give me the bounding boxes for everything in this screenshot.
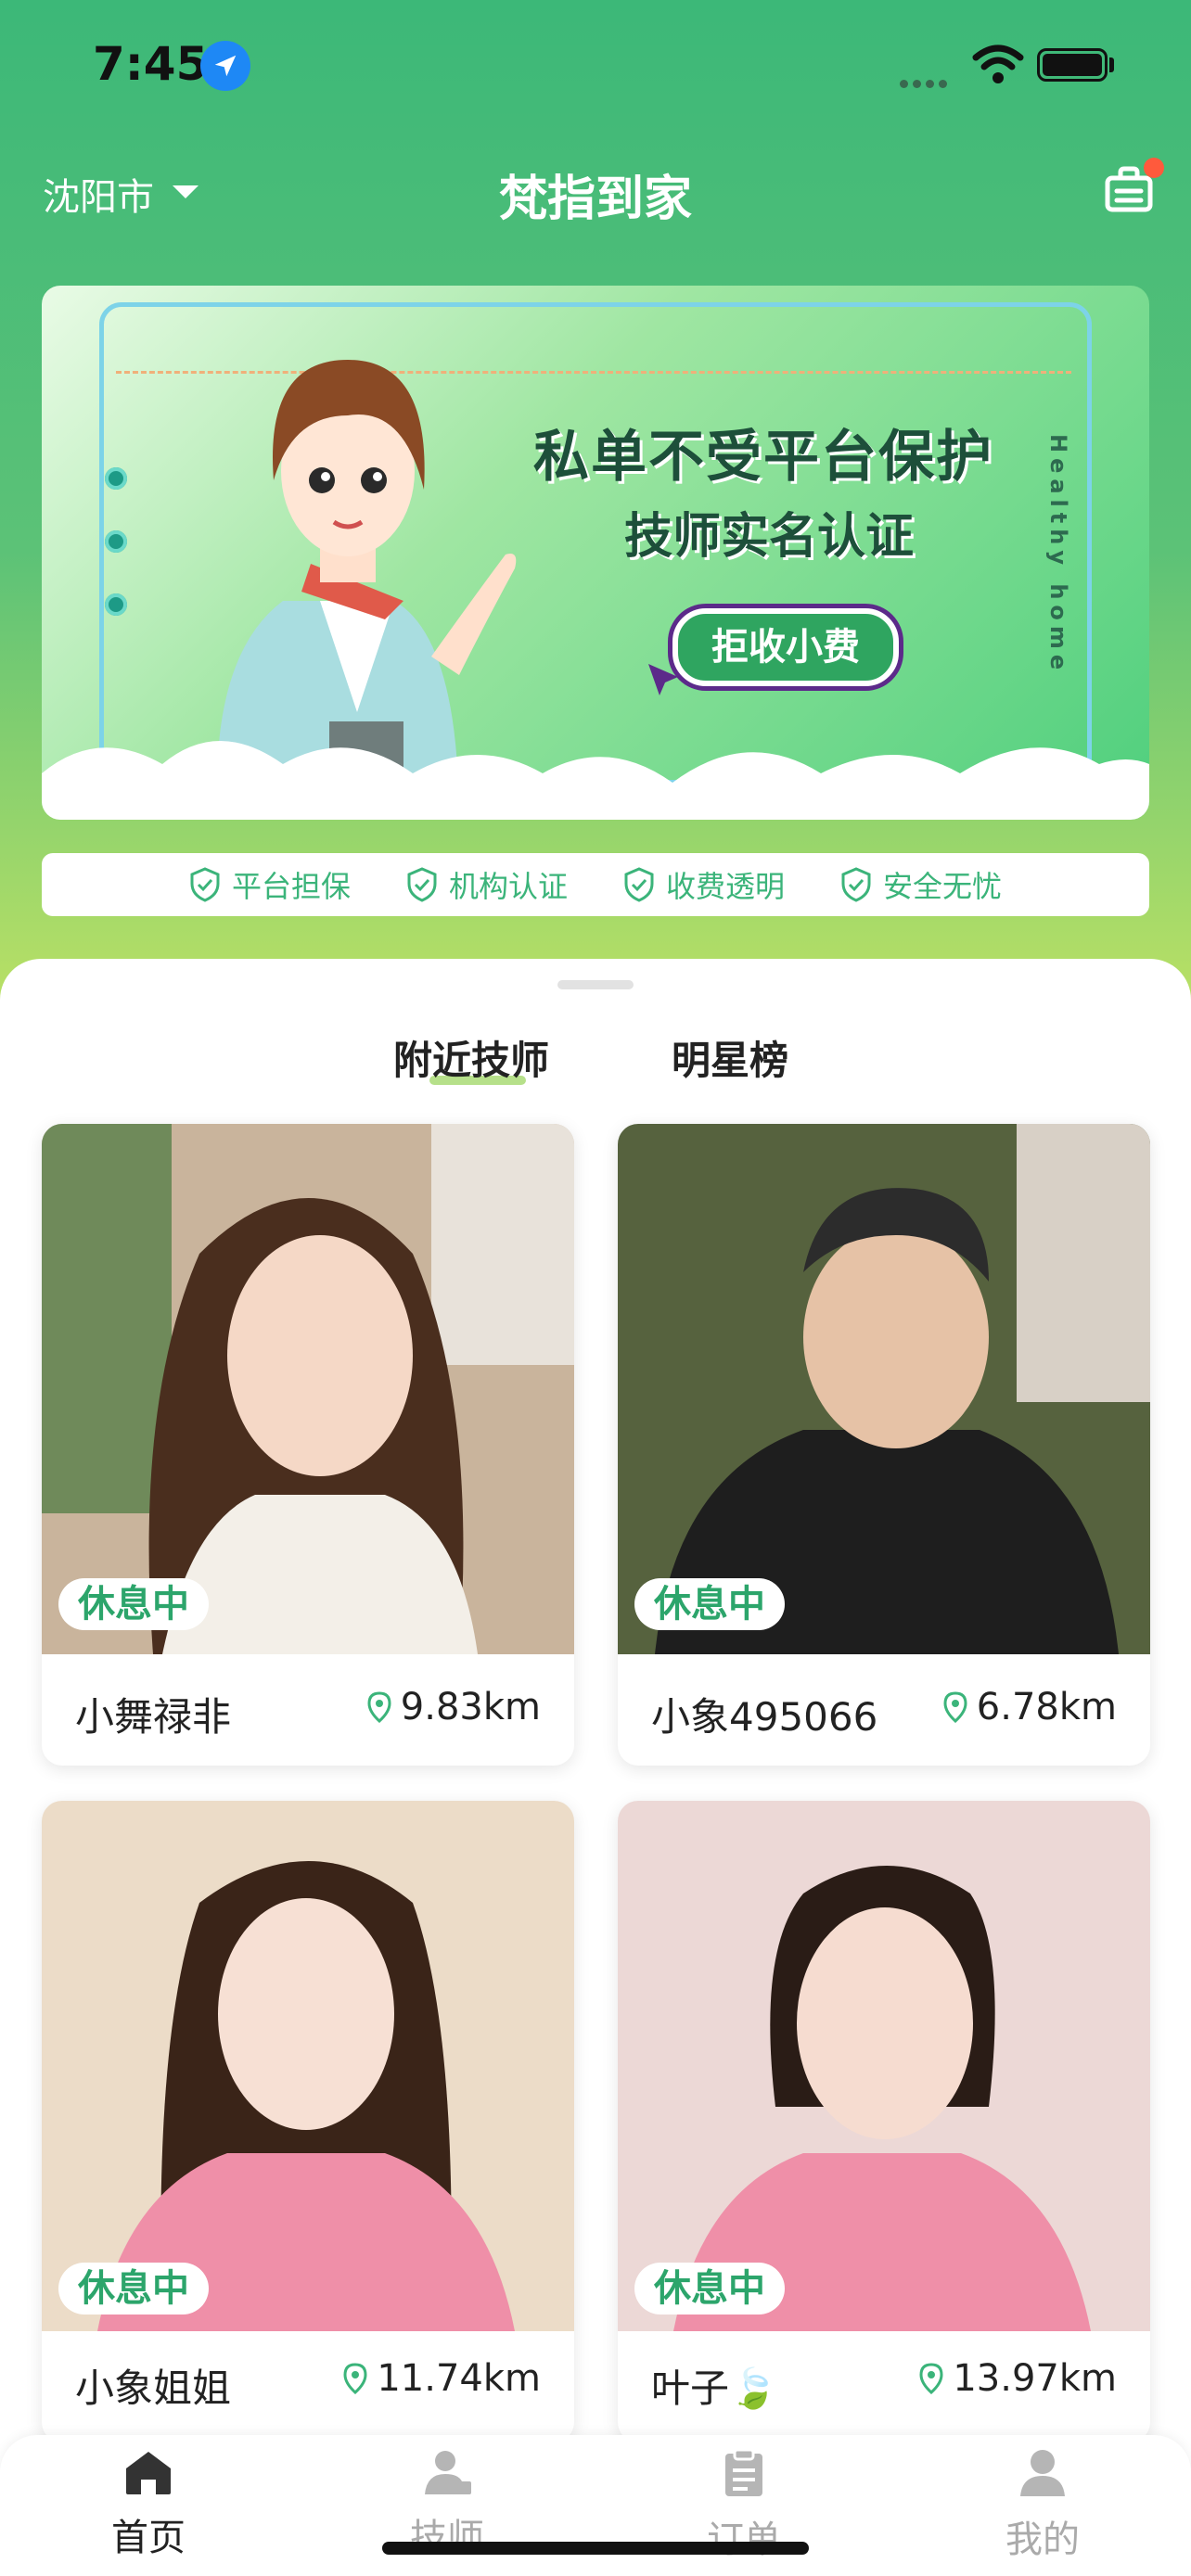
order-icon — [725, 2448, 762, 2496]
banner-headline: 私单不受平台保护 — [533, 425, 993, 490]
location-pin-icon — [367, 1691, 391, 1723]
technician-card[interactable]: 休息中 叶子🍃 13.97km — [618, 1801, 1150, 2442]
technician-card[interactable]: 休息中 小象姐姐 11.74km — [42, 1801, 574, 2442]
trust-label: 收费透明 — [666, 869, 786, 904]
promo-banner[interactable]: 私单不受平台保护 技师实名认证 拒收小费 Healthy home — [42, 286, 1149, 820]
cloud-decoration — [42, 741, 1149, 820]
technician-name: 叶子🍃 — [651, 2366, 778, 2411]
shield-check-icon — [407, 867, 437, 902]
profile-icon — [1020, 2450, 1065, 2496]
technician-distance: 6.78km — [943, 1686, 1117, 1728]
banner-button[interactable]: 拒收小费 — [672, 608, 899, 686]
technician-card[interactable]: 休息中 小舞禄非 9.83km — [42, 1124, 574, 1766]
technician-distance: 9.83km — [367, 1686, 541, 1728]
tab-label: 首页 — [111, 2517, 186, 2559]
technician-card[interactable]: 休息中 小象495066 6.78km — [618, 1124, 1150, 1766]
banner-side-text: Healthy home — [1045, 434, 1071, 676]
cellular-signal-icon — [900, 74, 952, 92]
distance-value: 11.74km — [377, 2357, 541, 2400]
status-badge: 休息中 — [634, 2263, 785, 2315]
technician-photo — [618, 1801, 1150, 2331]
battery-nub — [1109, 57, 1114, 72]
tab-home[interactable]: 首页 — [74, 2448, 223, 2561]
status-badge: 休息中 — [58, 1578, 209, 1630]
technician-photo — [42, 1801, 574, 2331]
technician-distance: 13.97km — [919, 2357, 1117, 2400]
location-pin-icon — [943, 1691, 967, 1723]
trust-label: 机构认证 — [448, 869, 568, 904]
status-badge: 休息中 — [634, 1578, 785, 1630]
tab-star-ranking[interactable]: 明星榜 — [672, 1029, 788, 1086]
trust-item: 收费透明 — [623, 863, 785, 906]
banner-subline: 技师实名认证 — [624, 509, 915, 565]
distance-value: 13.97km — [953, 2357, 1117, 2400]
battery-icon — [1037, 48, 1108, 82]
trust-bar: 平台担保 机构认证 收费透明 安全无忧 — [42, 853, 1149, 916]
clock: 7:45 — [93, 37, 209, 91]
location-pin-icon — [343, 2363, 367, 2394]
shield-check-icon — [624, 867, 654, 902]
home-indicator[interactable] — [382, 2542, 809, 2555]
trust-item: 平台担保 — [189, 863, 351, 906]
cursor-icon — [648, 664, 678, 695]
tab-profile[interactable]: 我的 — [968, 2448, 1117, 2563]
home-icon — [126, 2452, 171, 2494]
shield-check-icon — [841, 867, 871, 902]
technician-photo — [618, 1124, 1150, 1654]
drag-handle[interactable] — [557, 980, 634, 989]
distance-value: 9.83km — [400, 1686, 541, 1728]
technician-name: 小象姐姐 — [75, 2366, 232, 2411]
trust-label: 安全无忧 — [883, 869, 1003, 904]
page-title: 梵指到家 — [498, 172, 692, 227]
shield-check-icon — [190, 867, 220, 902]
technician-photo — [42, 1124, 574, 1654]
tab-label: 我的 — [1005, 2519, 1080, 2561]
tab-label: 订单 — [707, 2519, 781, 2561]
status-bar: 7:45 — [0, 0, 1191, 139]
technician-name: 小象495066 — [651, 1694, 878, 1740]
notification-dot — [1144, 158, 1164, 178]
trust-item: 安全无忧 — [840, 863, 1002, 906]
trust-item: 机构认证 — [406, 863, 568, 906]
tab-nearby-technicians[interactable]: 附近技师 — [393, 1029, 549, 1086]
trust-label: 平台担保 — [231, 869, 351, 904]
banner-dots — [105, 467, 127, 657]
status-badge: 休息中 — [58, 2263, 209, 2315]
technician-distance: 11.74km — [343, 2357, 541, 2400]
distance-value: 6.78km — [976, 1686, 1117, 1728]
technician-icon — [425, 2451, 471, 2494]
technician-name: 小舞禄非 — [75, 1694, 232, 1740]
location-arrow-icon — [200, 41, 250, 91]
wifi-icon — [972, 45, 1024, 83]
location-pin-icon — [919, 2363, 943, 2394]
